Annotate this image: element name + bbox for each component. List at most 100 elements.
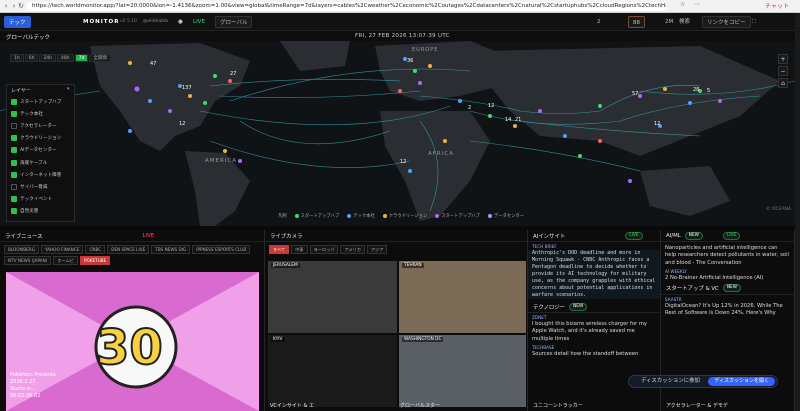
github-icon[interactable]: ● (178, 16, 183, 28)
layer-checkbox[interactable] (11, 135, 17, 142)
cam-filter[interactable]: ヨーロッパ (309, 245, 339, 254)
ratio-label: 2M (665, 19, 674, 25)
layer-toggle[interactable]: アクセラレーター (11, 121, 57, 130)
cluster-label[interactable]: 2 (468, 105, 471, 111)
cluster-label[interactable]: 137 (182, 85, 192, 91)
notification-count[interactable]: 2 (597, 16, 601, 28)
channel-chip[interactable]: NTV NEWS (JAPAN) (4, 256, 52, 265)
layer-toggle[interactable]: テック本社 (11, 109, 43, 118)
layer-label: サイバー脅威 (20, 184, 48, 190)
video-player[interactable]: 30 Pokémon Presents 2026.2.27 Starts in.… (6, 272, 259, 411)
zoom-out-button[interactable]: − (778, 66, 788, 76)
cam-filter[interactable]: アジア (367, 245, 388, 254)
handle-link[interactable]: @eliehabib (143, 16, 168, 28)
ai-ml-story[interactable]: 2 No-Brainer Artificial Intelligence (AI… (661, 275, 794, 282)
layer-checkbox[interactable] (11, 147, 17, 154)
live-news-header: ライブニュース LIVE (0, 230, 264, 242)
time-button-24h[interactable]: 24h (39, 54, 57, 62)
layer-checkbox[interactable] (11, 183, 17, 190)
version-label: v2.5.10 (120, 19, 137, 24)
accelerator-title: アクセラレーター & デモデ (666, 403, 728, 409)
panel-title: ライブニュース (5, 233, 43, 240)
layer-toggle[interactable]: サイバー脅威 (11, 182, 47, 191)
layer-checkbox[interactable] (11, 208, 17, 215)
channel-chip[interactable]: ホームピ (53, 256, 78, 265)
cluster-label[interactable]: 21 (515, 117, 521, 123)
cluster-label[interactable]: 5 (707, 88, 710, 94)
time-button-7d[interactable]: 7d (74, 54, 89, 62)
sub-story[interactable]: Sources detail how the standoff between (528, 351, 660, 358)
back-icon[interactable]: ‹ (2, 2, 10, 11)
extensions-icon[interactable]: ⋯ (694, 1, 700, 8)
cluster-label[interactable]: 28 (693, 87, 699, 93)
layer-checkbox[interactable] (11, 110, 17, 117)
layer-label: テック本社 (20, 111, 43, 117)
open-discussion-button[interactable]: ディスカッションを開く (708, 377, 775, 386)
channel-chip[interactable]: BLOOMBERG (4, 245, 39, 254)
layer-label: AIデータセンター (20, 148, 57, 154)
layer-toggle[interactable]: クラウドリージョン (11, 134, 61, 143)
channel-chip-active[interactable]: POKETUBE (79, 256, 111, 265)
time-button-all[interactable]: 全期間 (89, 54, 111, 62)
tab-tech[interactable]: テック (4, 16, 31, 28)
cam-filter[interactable]: すべて (269, 245, 290, 254)
cam-filter[interactable]: アメリカ (340, 245, 365, 254)
ai-ml-header: AI/ML NEW LIVE (661, 230, 794, 242)
chat-button[interactable]: チャット (765, 1, 789, 10)
page-scrollbar[interactable] (795, 13, 800, 411)
layer-checkbox[interactable] (11, 171, 17, 178)
cam-tile[interactable]: WASHINGTON DC (399, 335, 526, 407)
cam-tile[interactable]: TEHRAN (399, 261, 526, 333)
cluster-label[interactable]: 47 (150, 61, 156, 67)
tag-label: TECH BRIEF (532, 244, 557, 249)
time-button-1h[interactable]: 1h (10, 54, 24, 62)
layer-toggle[interactable]: AIデータセンター (11, 146, 57, 155)
layer-toggle[interactable]: テックイベント (11, 195, 52, 204)
legend-item: スタートアップハブ (435, 213, 480, 219)
map-attribution: © OCEANA (766, 207, 791, 212)
layer-toggle[interactable]: インターネット障害 (11, 170, 61, 179)
reload-icon[interactable]: ↻ (17, 2, 25, 11)
channel-chip[interactable]: YAHOO FINANCE (40, 245, 84, 254)
region-select[interactable]: グローバル (215, 16, 253, 28)
channel-chip[interactable]: IPPNESS ESPORTS CLUB (192, 245, 251, 254)
star-icon[interactable]: ☆ (680, 1, 685, 8)
cluster-label[interactable]: 14 (505, 117, 511, 123)
cluster-label[interactable]: 12 (179, 121, 185, 127)
channel-chip[interactable]: TBS NEWS DIG (151, 245, 191, 254)
cam-tile[interactable]: KYIV (268, 335, 397, 407)
time-button-48h[interactable]: 48h (57, 54, 74, 62)
cluster-label[interactable]: 12 (488, 103, 494, 109)
video-caption: Pokémon Presents 2026.2.27 Starts in... … (10, 372, 56, 399)
cam-filter[interactable]: 中東 (291, 245, 308, 254)
cluster-label[interactable]: 57 (632, 91, 638, 97)
tech-story[interactable]: I bought this bizarre wireless charger f… (528, 321, 660, 343)
world-map[interactable]: EUROPE AFRICA AMERICA 137 36 47 27 12 2 … (0, 41, 795, 226)
layer-toggle[interactable]: 自然災害 (11, 207, 38, 216)
copy-link-button[interactable]: リンクをコピー (702, 16, 751, 28)
layer-checkbox[interactable] (11, 159, 17, 166)
layer-toggle[interactable]: 海底ケーブル (11, 158, 47, 167)
cluster-label[interactable]: 36 (407, 58, 413, 64)
cluster-label[interactable]: 27 (230, 71, 236, 77)
layer-checkbox[interactable] (11, 122, 17, 129)
channel-chip[interactable]: DEN SPACE LIVE (107, 245, 150, 254)
channel-chip[interactable]: CNBC (85, 245, 106, 254)
layer-checkbox[interactable] (11, 196, 17, 203)
ai-ml-story[interactable]: Nanoparticles and artificial intelligenc… (661, 245, 794, 267)
search-button[interactable]: 検索 (679, 16, 690, 28)
zoom-in-button[interactable]: + (778, 54, 788, 64)
cam-tile[interactable]: JERUSALEM (268, 261, 397, 333)
reset-view-icon[interactable]: ⌂ (778, 78, 788, 88)
layer-toggle[interactable]: スタートアップハブ (11, 97, 61, 106)
layer-checkbox[interactable] (11, 98, 17, 105)
time-button-6h[interactable]: 6h (24, 54, 39, 62)
cluster-label[interactable]: 12 (400, 159, 406, 165)
counter-badge[interactable]: 88 (628, 16, 645, 28)
url-field[interactable]: https://tech.worldmonitor.app/?lat=20.00… (26, 2, 666, 11)
discussion-bar: ディスカッションに参加 ディスカッションを開く (628, 375, 778, 388)
cluster-label[interactable]: 12 (654, 121, 660, 127)
fullscreen-icon[interactable]: ⛶ (752, 16, 756, 28)
layers-collapse-icon[interactable]: ▾ (67, 86, 70, 92)
startup-story[interactable]: DigitalOcean? It's Up 12% in 2026. While… (661, 303, 794, 318)
